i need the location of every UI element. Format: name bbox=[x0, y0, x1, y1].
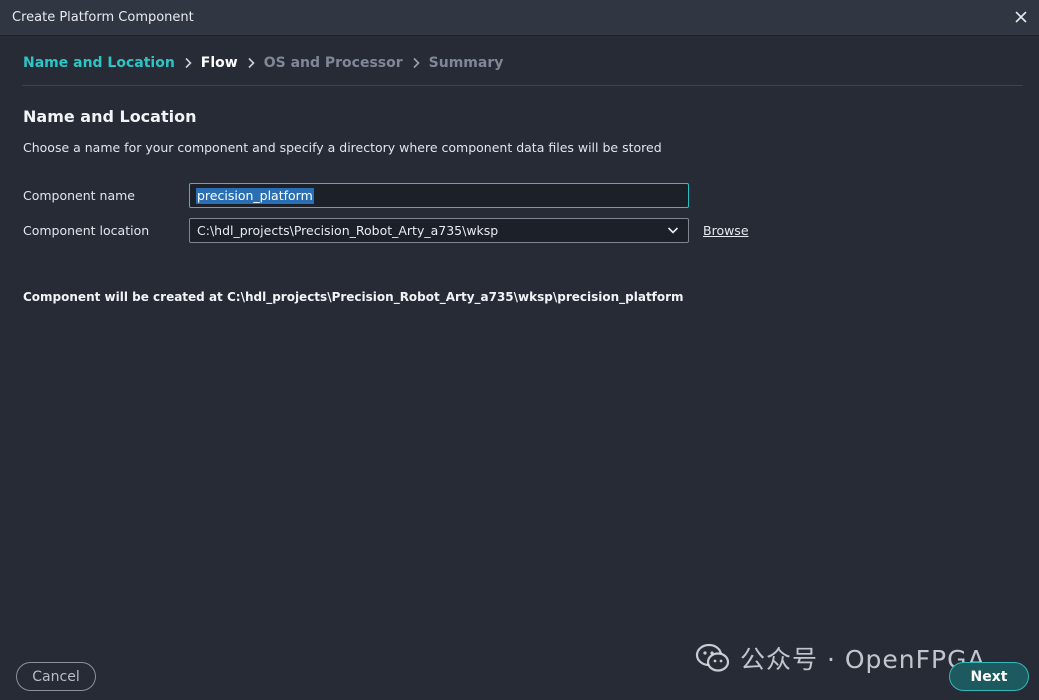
divider bbox=[22, 85, 1023, 86]
watermark: 公众号 · OpenFPGA bbox=[694, 641, 986, 675]
wechat-icon bbox=[695, 643, 730, 672]
cancel-button[interactable]: Cancel bbox=[16, 662, 96, 691]
page-title: Name and Location bbox=[23, 107, 197, 126]
watermark-text: 公众号 · OpenFPGA bbox=[740, 645, 986, 674]
chevron-right-icon bbox=[177, 56, 199, 70]
component-location-label: Component location bbox=[23, 223, 150, 238]
component-name-input[interactable]: precision_platform bbox=[189, 183, 689, 208]
step-os-and-processor: OS and Processor bbox=[263, 55, 403, 71]
step-name-and-location[interactable]: Name and Location bbox=[23, 55, 175, 71]
chevron-right-icon bbox=[405, 56, 427, 70]
step-flow[interactable]: Flow bbox=[201, 55, 238, 71]
browse-link[interactable]: Browse bbox=[703, 223, 749, 238]
component-name-label: Component name bbox=[23, 188, 135, 203]
chevron-right-icon bbox=[240, 56, 262, 70]
window-title: Create Platform Component bbox=[12, 10, 194, 25]
component-location-value: C:\hdl_projects\Precision_Robot_Arty_a73… bbox=[197, 223, 499, 238]
step-summary: Summary bbox=[428, 55, 504, 71]
close-icon[interactable] bbox=[1012, 8, 1030, 26]
page-description: Choose a name for your component and spe… bbox=[23, 140, 662, 155]
title-bar: Create Platform Component bbox=[0, 0, 1039, 36]
wizard-breadcrumb: Name and Location Flow OS and Processor … bbox=[23, 53, 503, 73]
next-button[interactable]: Next bbox=[949, 662, 1029, 691]
creation-summary: Component will be created at C:\hdl_proj… bbox=[23, 290, 684, 304]
component-name-value: precision_platform bbox=[196, 187, 314, 204]
chevron-down-icon bbox=[667, 227, 679, 234]
component-location-select[interactable]: C:\hdl_projects\Precision_Robot_Arty_a73… bbox=[189, 218, 689, 243]
